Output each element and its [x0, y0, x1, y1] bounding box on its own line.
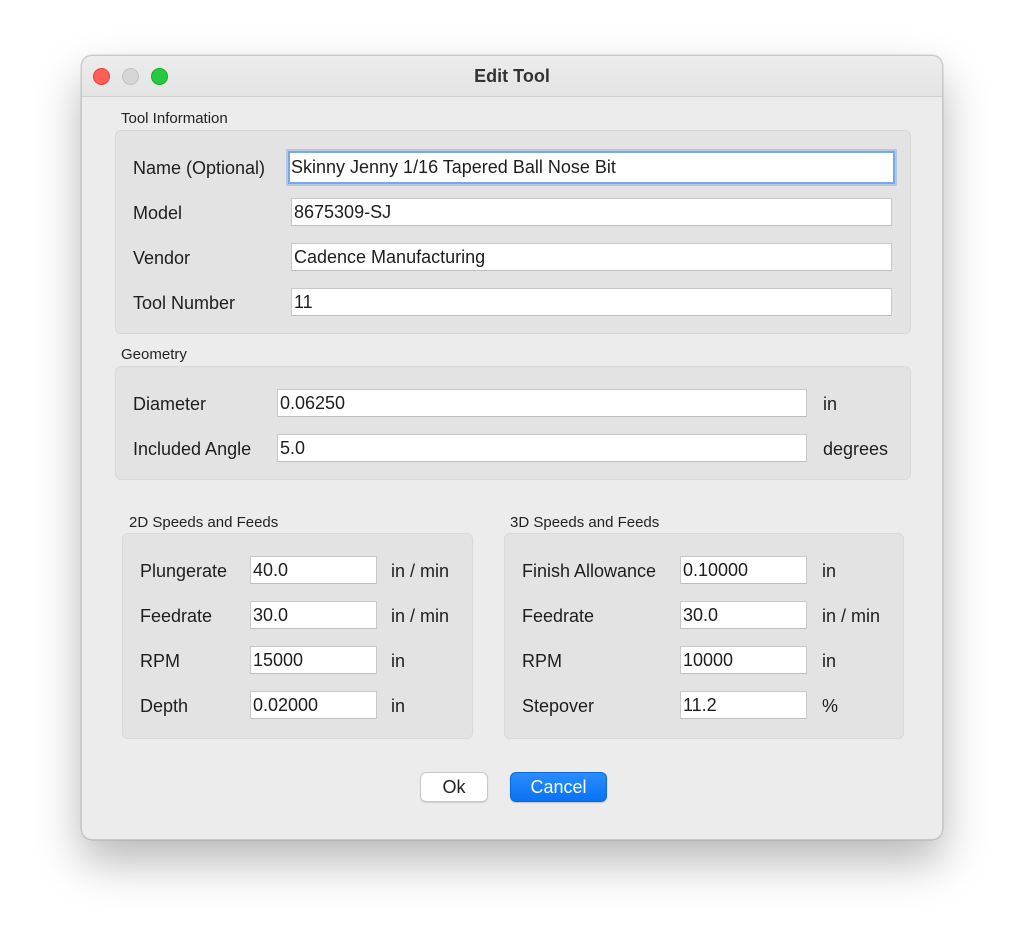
feedrate-2d-input[interactable] [250, 601, 377, 629]
rpm-3d-input[interactable] [680, 646, 807, 674]
window-title: Edit Tool [474, 66, 550, 86]
speeds-3d-group: Finish Allowance in Feedrate in / min RP… [504, 533, 904, 739]
finish-allowance-label: Finish Allowance [522, 561, 657, 581]
vendor-input[interactable] [291, 243, 892, 271]
feedrate-2d-label: Feedrate [140, 606, 213, 626]
cancel-button[interactable]: Cancel [510, 772, 607, 802]
speeds-2d-group: Plungerate in / min Feedrate in / min RP… [122, 533, 473, 739]
plungerate-2d-input[interactable] [250, 556, 377, 584]
feedrate-2d-unit: in / min [391, 606, 450, 626]
finish-allowance-input[interactable] [680, 556, 807, 584]
stepover-input[interactable] [680, 691, 807, 719]
ok-button[interactable]: Ok [420, 772, 488, 802]
diameter-label: Diameter [133, 394, 207, 414]
stepover-label: Stepover [522, 696, 595, 716]
feedrate-3d-unit: in / min [822, 606, 881, 626]
feedrate-3d-input[interactable] [680, 601, 807, 629]
plungerate-2d-label: Plungerate [140, 561, 228, 581]
speeds-3d-label: 3D Speeds and Feeds [510, 514, 660, 531]
tool-information-group: Name (Optional) Model Vendor Tool Number [115, 130, 911, 334]
feedrate-3d-label: Feedrate [522, 606, 595, 626]
edit-tool-dialog: Edit Tool Tool Information Name (Optiona… [81, 55, 943, 840]
tool-number-label: Tool Number [133, 293, 236, 313]
finish-allowance-unit: in [822, 561, 837, 581]
rpm-3d-label: RPM [522, 651, 562, 671]
rpm-2d-unit: in [391, 651, 406, 671]
name-label: Name (Optional) [133, 158, 266, 178]
title-bar[interactable]: Edit Tool [82, 56, 942, 97]
included-angle-unit: degrees [823, 439, 889, 459]
depth-2d-unit: in [391, 696, 406, 716]
depth-2d-label: Depth [140, 696, 189, 716]
model-label: Model [133, 203, 183, 223]
depth-2d-input[interactable] [250, 691, 377, 719]
plungerate-2d-unit: in / min [391, 561, 450, 581]
geometry-label: Geometry [121, 346, 187, 363]
tool-information-label: Tool Information [121, 110, 228, 127]
tool-number-input[interactable] [291, 288, 892, 316]
vendor-label: Vendor [133, 248, 191, 268]
speeds-2d-label: 2D Speeds and Feeds [129, 514, 279, 531]
name-input[interactable] [288, 151, 895, 184]
diameter-unit: in [823, 394, 838, 414]
diameter-input[interactable] [277, 389, 807, 417]
geometry-group: Diameter in Included Angle degrees [115, 366, 911, 480]
included-angle-input[interactable] [277, 434, 807, 462]
rpm-2d-label: RPM [140, 651, 180, 671]
stepover-unit: % [822, 696, 839, 716]
included-angle-label: Included Angle [133, 439, 252, 459]
rpm-3d-unit: in [822, 651, 837, 671]
model-input[interactable] [291, 198, 892, 226]
rpm-2d-input[interactable] [250, 646, 377, 674]
